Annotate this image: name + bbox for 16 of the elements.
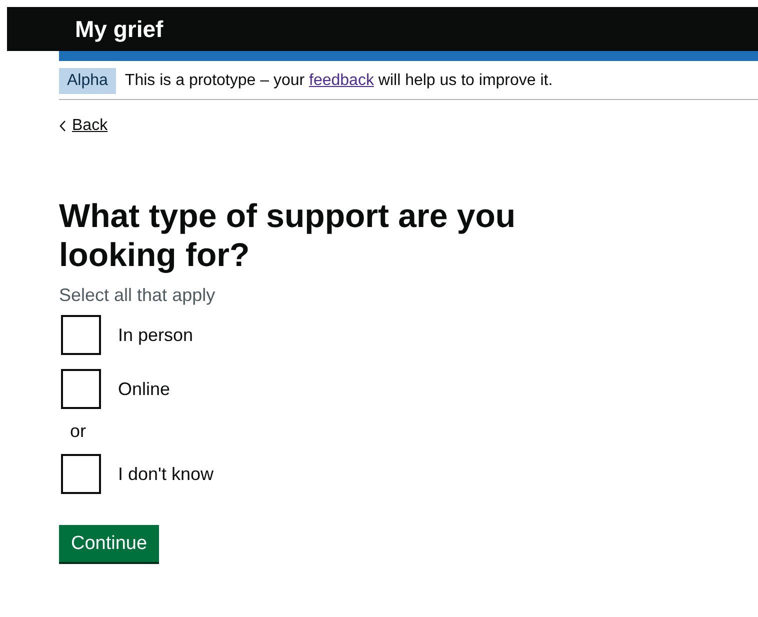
site-title[interactable]: My grief [75, 16, 164, 42]
hint-text: Select all that apply [59, 285, 216, 306]
checkbox-label[interactable]: In person [118, 324, 194, 346]
phase-tag: Alpha [59, 68, 116, 94]
question-heading: What type of support are you looking for? [59, 196, 517, 274]
feedback-link[interactable]: feedback [309, 72, 374, 89]
checkbox-label[interactable]: Online [118, 378, 170, 400]
checkbox-label[interactable]: I don't know [118, 464, 214, 484]
chevron-left-icon [59, 120, 67, 132]
divider-text: or [70, 421, 88, 442]
back-link[interactable]: Back [72, 117, 108, 135]
checkbox[interactable] [61, 315, 101, 355]
banner-text: This is a prototype – your feedback will help us to improve it. [124, 72, 553, 90]
checkbox[interactable] [61, 454, 101, 494]
continue-button[interactable]: Continue [59, 525, 160, 562]
checkbox[interactable] [61, 369, 101, 409]
